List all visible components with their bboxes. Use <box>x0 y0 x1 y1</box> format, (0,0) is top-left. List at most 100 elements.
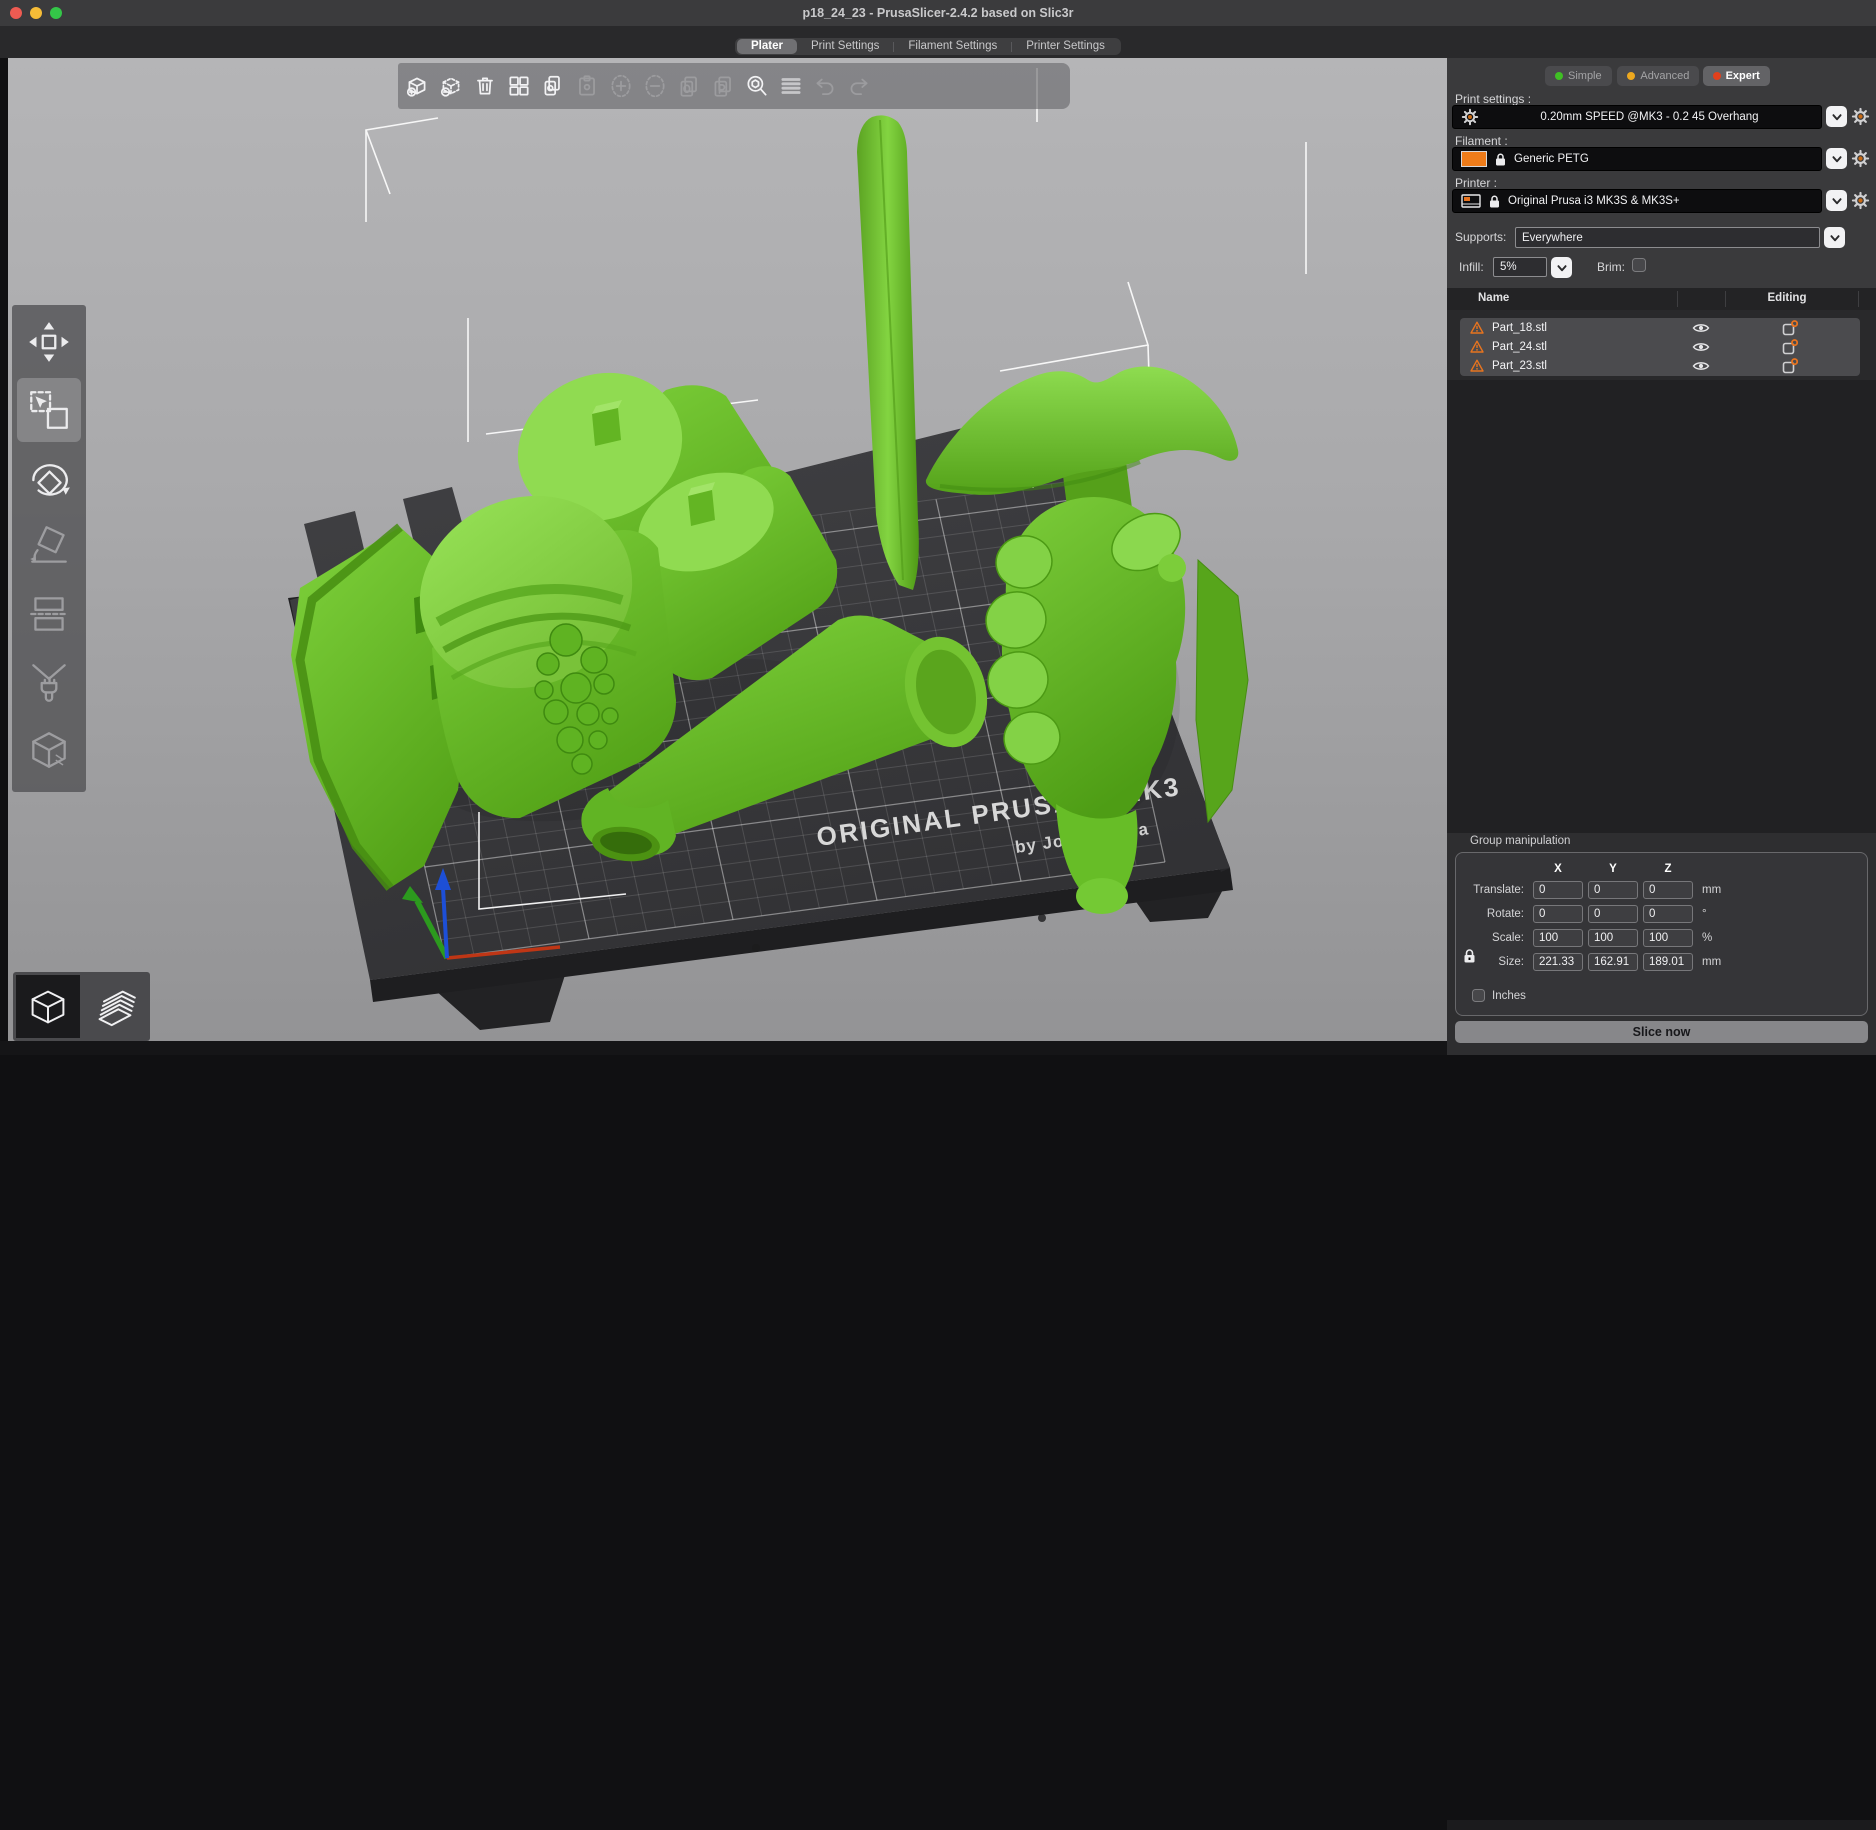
search-button[interactable] <box>744 73 770 99</box>
filament-dropdown-button[interactable] <box>1826 148 1847 169</box>
printer-combo[interactable]: Original Prusa i3 MK3S & MK3S+ <box>1452 189 1822 213</box>
translate--z-field[interactable] <box>1643 881 1693 899</box>
add-instance-button[interactable] <box>608 73 634 99</box>
axis-header-x: X <box>1533 863 1583 875</box>
split-parts-button[interactable] <box>710 73 736 99</box>
arrange-button[interactable] <box>506 73 532 99</box>
add-button[interactable] <box>404 73 430 99</box>
rotate--y-field[interactable] <box>1588 905 1638 923</box>
object-row-part-18-stl[interactable]: Part_18.stl <box>1460 318 1860 337</box>
edit-object-button[interactable] <box>1782 320 1798 336</box>
sidebar: SimpleAdvancedExpert Print settings : 0.… <box>1447 58 1876 1055</box>
gizmo-toolbar <box>12 305 86 792</box>
redo-button[interactable] <box>846 73 872 99</box>
size--y-field[interactable] <box>1588 953 1638 971</box>
preview-view-button[interactable] <box>83 975 147 1038</box>
delete-button[interactable] <box>438 73 464 99</box>
lock-icon <box>1494 152 1507 167</box>
cut-gizmo-button[interactable] <box>17 582 81 646</box>
axis-header-y: Y <box>1588 863 1638 875</box>
eye-visibility-button[interactable] <box>1692 341 1710 353</box>
print-settings-dropdown-button[interactable] <box>1826 106 1847 127</box>
rotate--z-field[interactable] <box>1643 905 1693 923</box>
print-settings-gear-button[interactable] <box>1851 107 1870 126</box>
tab-plater[interactable]: Plater <box>737 39 797 54</box>
scale--y-field[interactable] <box>1588 929 1638 947</box>
tab-print-settings[interactable]: Print Settings <box>797 39 893 54</box>
variable-layer-height-button[interactable] <box>778 73 804 99</box>
tab-filament-settings[interactable]: Filament Settings <box>894 39 1011 54</box>
seam-gizmo-button[interactable] <box>17 718 81 782</box>
slice-now-button[interactable]: Slice now <box>1455 1021 1868 1043</box>
printer-dropdown-button[interactable] <box>1826 190 1847 211</box>
infill-dropdown-button[interactable] <box>1551 257 1572 278</box>
scale--z-field[interactable] <box>1643 929 1693 947</box>
uniform-scale-lock-icon[interactable] <box>1463 948 1476 969</box>
brim-label: Brim: <box>1597 260 1625 274</box>
object-list-selection: Part_18.stl Part_24.stl Part_23.stl <box>1460 318 1860 376</box>
view-mode-toggle <box>13 972 150 1041</box>
mode-advanced-button[interactable]: Advanced <box>1617 66 1699 86</box>
main-tab-bar: PlaterPrint SettingsFilament SettingsPri… <box>0 26 1876 58</box>
print-settings-label: Print settings : <box>1455 92 1531 106</box>
viewport-3d[interactable]: ORIGINAL PRUSA i3 MK3 by Josef Prusa <box>8 58 1447 1041</box>
plater-scene: ORIGINAL PRUSA i3 MK3 by Josef Prusa <box>8 58 1447 1041</box>
infill-combo[interactable]: 5% <box>1493 257 1547 277</box>
printer-gear-button[interactable] <box>1851 191 1870 210</box>
edit-object-button[interactable] <box>1782 358 1798 374</box>
translate--label: Translate: <box>1470 884 1528 896</box>
scale--x-field[interactable] <box>1533 929 1583 947</box>
undo-button[interactable] <box>812 73 838 99</box>
object-name: Part_24.stl <box>1492 341 1547 353</box>
object-list: Part_18.stl Part_24.stl Part_23.stl <box>1447 310 1876 380</box>
editing-column-header: Editing <box>1747 292 1827 304</box>
mode-dot-icon <box>1713 72 1721 80</box>
paint-supports-gizmo-button[interactable] <box>17 650 81 714</box>
delete-all-button[interactable] <box>472 73 498 99</box>
eye-visibility-button[interactable] <box>1692 322 1710 334</box>
tab-group: PlaterPrint SettingsFilament SettingsPri… <box>735 38 1121 55</box>
window-title: p18_24_23 - PrusaSlicer-2.4.2 based on S… <box>0 0 1876 26</box>
scale--label: Scale: <box>1470 932 1528 944</box>
filament-combo[interactable]: Generic PETG <box>1452 147 1822 171</box>
rotate--x-field[interactable] <box>1533 905 1583 923</box>
place-on-face-gizmo-button[interactable] <box>17 514 81 578</box>
object-list-header: Name Editing <box>1447 288 1876 310</box>
inches-checkbox[interactable] <box>1472 989 1485 1002</box>
size--label: Size: <box>1470 956 1528 968</box>
mode-expert-button[interactable]: Expert <box>1703 66 1770 86</box>
move-gizmo-button[interactable] <box>17 310 81 374</box>
mode-dot-icon <box>1627 72 1635 80</box>
print-settings-combo[interactable]: 0.20mm SPEED @MK3 - 0.2 45 Overhang <box>1452 105 1822 129</box>
mode-simple-button[interactable]: Simple <box>1545 66 1612 86</box>
scale-gizmo-button[interactable] <box>17 378 81 442</box>
group-manipulation-title: Group manipulation <box>1470 835 1570 847</box>
object-row-part-23-stl[interactable]: Part_23.stl <box>1460 356 1860 375</box>
split-objects-button[interactable] <box>676 73 702 99</box>
brim-checkbox[interactable] <box>1632 258 1646 272</box>
printer-icon <box>1461 194 1481 208</box>
translate--y-field[interactable] <box>1588 881 1638 899</box>
tab-printer-settings[interactable]: Printer Settings <box>1012 39 1119 54</box>
filament-gear-button[interactable] <box>1851 149 1870 168</box>
editor-3d-view-button[interactable] <box>16 975 80 1038</box>
copy-button[interactable] <box>540 73 566 99</box>
object-row-part-24-stl[interactable]: Part_24.stl <box>1460 337 1860 356</box>
edit-object-button[interactable] <box>1782 339 1798 355</box>
translate--x-field[interactable] <box>1533 881 1583 899</box>
printer-label: Printer : <box>1455 176 1497 190</box>
eye-visibility-button[interactable] <box>1692 360 1710 372</box>
supports-label: Supports: <box>1455 230 1506 244</box>
remove-instance-button[interactable] <box>642 73 668 99</box>
sidebar-spacer <box>1447 380 1876 833</box>
axis-header-z: Z <box>1643 863 1693 875</box>
size--z-field[interactable] <box>1643 953 1693 971</box>
paste-button[interactable] <box>574 73 600 99</box>
rotate-gizmo-button[interactable] <box>17 446 81 510</box>
object-name: Part_23.stl <box>1492 360 1547 372</box>
supports-dropdown-button[interactable] <box>1824 227 1845 248</box>
sidebar-settings-section: SimpleAdvancedExpert Print settings : 0.… <box>1447 58 1876 288</box>
size--x-field[interactable] <box>1533 953 1583 971</box>
supports-combo[interactable]: Everywhere <box>1515 227 1820 248</box>
lock-icon <box>1488 194 1501 209</box>
